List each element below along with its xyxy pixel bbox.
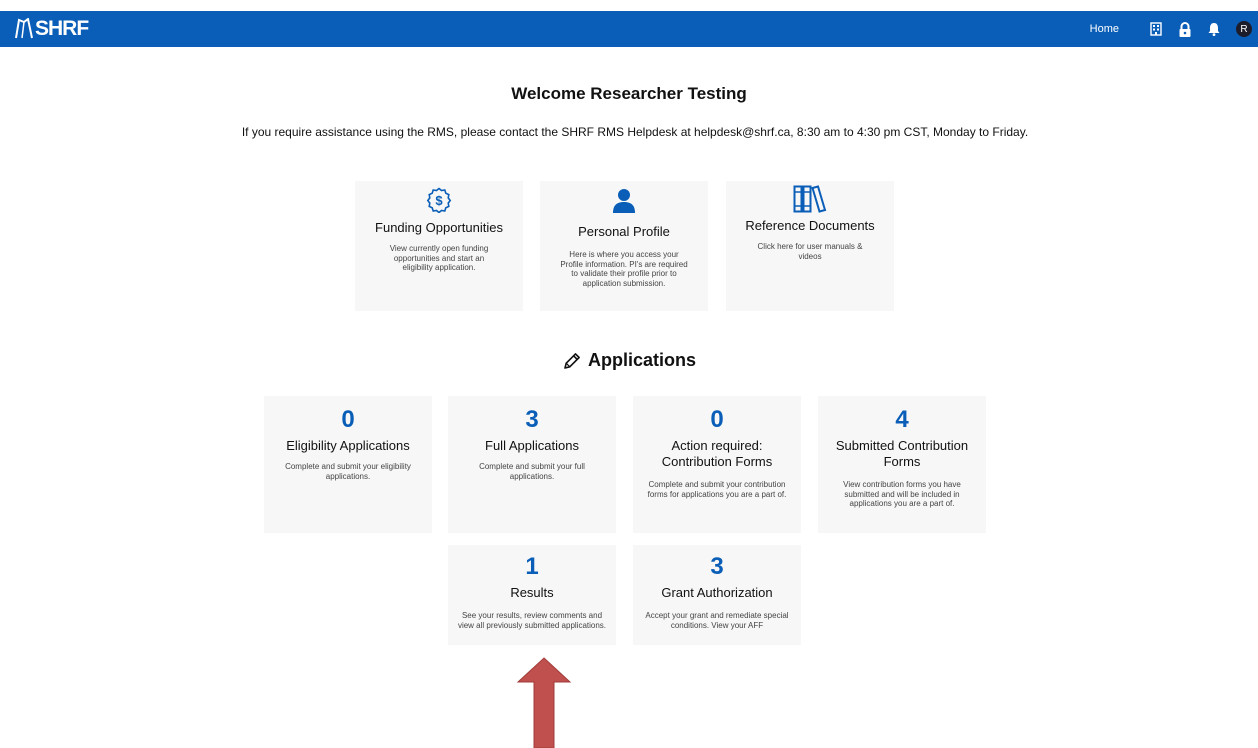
card-title: Action required: Contribution Forms	[661, 438, 773, 469]
card-count: 1	[525, 553, 539, 580]
submitted-contribution-forms-card[interactable]: 4 Submitted Contribution Forms View cont…	[818, 396, 986, 533]
person-icon	[540, 188, 708, 214]
books-icon	[726, 185, 894, 213]
results-card[interactable]: 1 Results See your results, review comme…	[448, 545, 616, 645]
card-title: Full Applications	[485, 438, 579, 453]
action-required-contribution-forms-card[interactable]: 0 Action required: Contribution Forms Co…	[633, 396, 801, 533]
card-description: Complete and submit your full applicatio…	[479, 462, 585, 481]
full-applications-card[interactable]: 3 Full Applications Complete and submit …	[448, 396, 616, 533]
eligibility-applications-card[interactable]: 0 Eligibility Applications Complete and …	[264, 396, 432, 533]
nav-home-link[interactable]: Home	[1090, 23, 1119, 35]
card-count: 3	[525, 406, 539, 433]
card-title: Submitted Contribution Forms	[835, 438, 969, 469]
funding-opportunities-card[interactable]: $ Funding Opportunities View currently o…	[355, 181, 523, 311]
up-arrow-annotation-icon	[516, 657, 572, 748]
svg-text:$: $	[435, 193, 443, 208]
top-navbar: SHRF Home R	[0, 11, 1258, 47]
building-icon[interactable]	[1149, 22, 1163, 36]
grant-authorization-card[interactable]: 3 Grant Authorization Accept your grant …	[633, 545, 801, 645]
card-title: Grant Authorization	[661, 585, 773, 600]
card-count: 0	[710, 406, 724, 433]
card-description: Here is where you access your Profile in…	[560, 250, 688, 288]
card-description: See your results, review comments and vi…	[457, 611, 607, 630]
nav-actions: Home R	[1090, 11, 1252, 47]
card-title: Results	[510, 585, 554, 600]
page-title: Welcome Researcher Testing	[511, 84, 747, 103]
pencil-icon	[564, 352, 580, 369]
card-description: Accept your grant and remediate special …	[645, 611, 789, 630]
card-title: Reference Documents	[745, 218, 875, 233]
personal-profile-card[interactable]: Personal Profile Here is where you acces…	[540, 181, 708, 311]
card-description: View contribution forms you have submitt…	[843, 480, 961, 508]
card-description: Click here for user manuals & videos	[757, 242, 863, 261]
card-count: 0	[341, 406, 355, 433]
bell-icon[interactable]	[1207, 22, 1221, 36]
helpdesk-notice: If you require assistance using the RMS,…	[241, 125, 1029, 139]
card-description: Complete and submit your eligibility app…	[285, 462, 411, 481]
card-title: Eligibility Applications	[286, 438, 410, 453]
reference-documents-card[interactable]: Reference Documents Click here for user …	[726, 181, 894, 311]
user-avatar[interactable]: R	[1236, 21, 1252, 37]
card-count: 3	[710, 553, 724, 580]
logo-text: SHRF	[35, 17, 89, 40]
card-description: Complete and submit your contribution fo…	[647, 480, 787, 499]
card-count: 4	[895, 406, 909, 433]
applications-heading: Applications	[0, 350, 1258, 371]
applications-heading-text: Applications	[587, 350, 696, 370]
logo-mark-icon	[15, 18, 33, 39]
shrf-logo[interactable]: SHRF	[14, 16, 89, 42]
card-title: Funding Opportunities	[375, 220, 503, 235]
card-description: View currently open funding opportunitie…	[389, 244, 489, 272]
card-title: Personal Profile	[578, 224, 670, 239]
dollar-circle-icon: $	[355, 187, 523, 213]
lock-icon[interactable]	[1178, 21, 1192, 37]
